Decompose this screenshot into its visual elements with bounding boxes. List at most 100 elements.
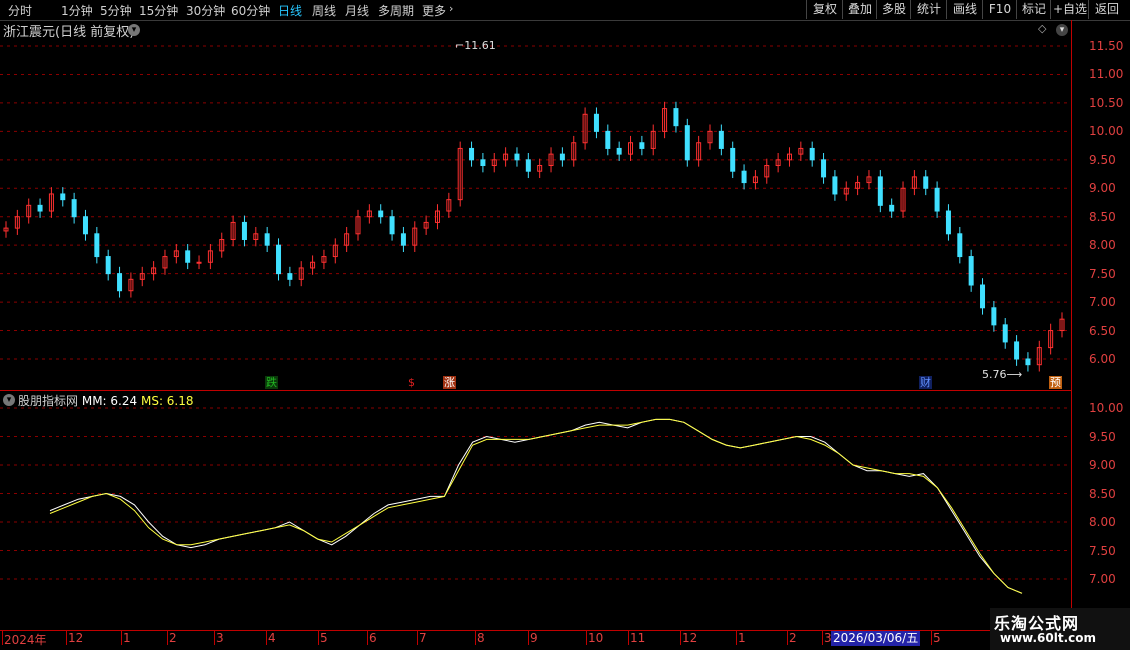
signal-forecast[interactable]: 预 — [1049, 376, 1062, 389]
y-tick-label: 6.50 — [1089, 323, 1116, 338]
x-tick-label: 2 — [169, 631, 177, 645]
candle-body — [945, 210, 951, 235]
candle-body — [514, 153, 520, 161]
candle-body — [934, 187, 940, 212]
candle-body — [1014, 341, 1020, 360]
candle-body — [730, 147, 736, 172]
candle-body — [37, 204, 43, 212]
x-tick-label: 2024年 — [4, 633, 47, 647]
x-tick-mark — [2, 631, 3, 645]
signal-down[interactable]: 跌 — [265, 376, 278, 389]
candle-body — [480, 159, 486, 167]
x-tick-mark — [318, 631, 319, 645]
x-tick-label: 4 — [268, 631, 276, 645]
x-tick-label: 11 — [630, 631, 646, 645]
candle-body — [968, 256, 974, 286]
candle-body — [889, 204, 895, 212]
candle-body — [639, 142, 645, 149]
x-tick-mark — [214, 631, 215, 645]
candle-body — [525, 159, 531, 172]
y-tick-label: 7.50 — [1089, 543, 1116, 558]
candle-body — [1025, 358, 1031, 366]
candle-body — [559, 153, 565, 161]
pane-divider — [0, 390, 1071, 391]
y-tick-label: 10.00 — [1089, 401, 1124, 415]
x-tick-label: 8 — [477, 631, 485, 645]
y-tick-label: 9.00 — [1089, 181, 1116, 196]
y-tick-label: 7.00 — [1089, 295, 1116, 310]
candle-body — [276, 244, 282, 275]
candle-body — [469, 147, 475, 161]
candle-body — [684, 125, 690, 161]
x-tick-label: 5 — [320, 631, 328, 645]
x-tick-mark — [586, 631, 587, 645]
series-line-mm — [49, 418, 1023, 594]
x-tick-mark — [528, 631, 529, 645]
low-price-annotation: 5.76⟶ — [982, 368, 1023, 381]
x-tick-label: 3 — [216, 631, 224, 645]
candle-body — [241, 221, 247, 240]
y-axis-divider — [1071, 20, 1072, 650]
x-tick-label: 7 — [419, 631, 427, 645]
candle-body — [378, 210, 384, 218]
y-tick-label: 8.50 — [1089, 209, 1116, 224]
x-tick-mark — [822, 631, 823, 645]
y-tick-label: 9.50 — [1089, 429, 1116, 444]
x-tick-mark — [266, 631, 267, 645]
current-date-badge: 2026/03/06/五 — [831, 631, 921, 646]
candle-body — [809, 147, 815, 161]
x-tick-label: 5 — [933, 631, 941, 645]
x-tick-mark — [787, 631, 788, 645]
candle-body — [605, 130, 611, 149]
candle-body — [196, 261, 202, 264]
candle-body — [105, 256, 111, 275]
x-tick-mark — [475, 631, 476, 645]
x-tick-label: 10 — [588, 631, 604, 645]
candle-body — [71, 199, 77, 218]
candle-body — [957, 233, 963, 258]
x-tick-mark — [680, 631, 681, 645]
x-tick-label: 12 — [682, 631, 698, 645]
x-tick-label: 1 — [738, 631, 746, 645]
y-tick-label: 11.00 — [1089, 67, 1124, 82]
x-tick-mark — [931, 631, 932, 645]
price-chart[interactable] — [0, 0, 1071, 630]
x-tick-label: 1 — [123, 631, 131, 645]
candle-body — [980, 284, 986, 309]
y-tick-label: 7.00 — [1089, 572, 1116, 586]
y-tick-label: 10.50 — [1089, 95, 1124, 110]
x-tick-label: 2 — [789, 631, 797, 645]
x-tick-label: 12 — [68, 631, 84, 645]
candle-body — [821, 159, 827, 178]
candle-body — [287, 273, 293, 280]
x-tick-label: 9 — [530, 631, 538, 645]
y-tick-label: 8.00 — [1089, 238, 1116, 253]
candle-body — [1002, 324, 1008, 343]
candle-body — [60, 193, 66, 201]
candle-body — [117, 273, 123, 292]
candle-body — [185, 250, 191, 263]
y-tick-label: 6.00 — [1089, 352, 1116, 366]
x-tick-mark — [736, 631, 737, 645]
low-price-label: 5.76 — [982, 368, 1007, 381]
series-line-ms — [49, 418, 1023, 594]
watermark: 乐淘公式网 www.60lt.com — [990, 608, 1130, 650]
y-tick-label: 9.50 — [1089, 152, 1116, 167]
signal-dollar[interactable]: $ — [407, 376, 416, 389]
candle-body — [718, 130, 724, 149]
x-tick-mark — [121, 631, 122, 645]
y-tick-label: 10.00 — [1089, 124, 1124, 139]
candle-body — [264, 233, 270, 246]
x-tick-mark — [367, 631, 368, 645]
x-tick-mark — [167, 631, 168, 645]
back-button[interactable]: 返回 — [1088, 0, 1125, 19]
candle-body — [389, 216, 395, 235]
candle-body — [673, 108, 679, 127]
x-tick-label: 6 — [369, 631, 377, 645]
y-tick-label: 8.00 — [1089, 515, 1116, 529]
signal-up[interactable]: 涨 — [443, 376, 456, 389]
high-price-annotation: ⌐11.61 — [455, 39, 496, 52]
y-tick-label: 9.00 — [1089, 458, 1116, 472]
signal-finance[interactable]: 财 — [919, 376, 932, 389]
y-tick-label: 8.50 — [1089, 486, 1116, 501]
